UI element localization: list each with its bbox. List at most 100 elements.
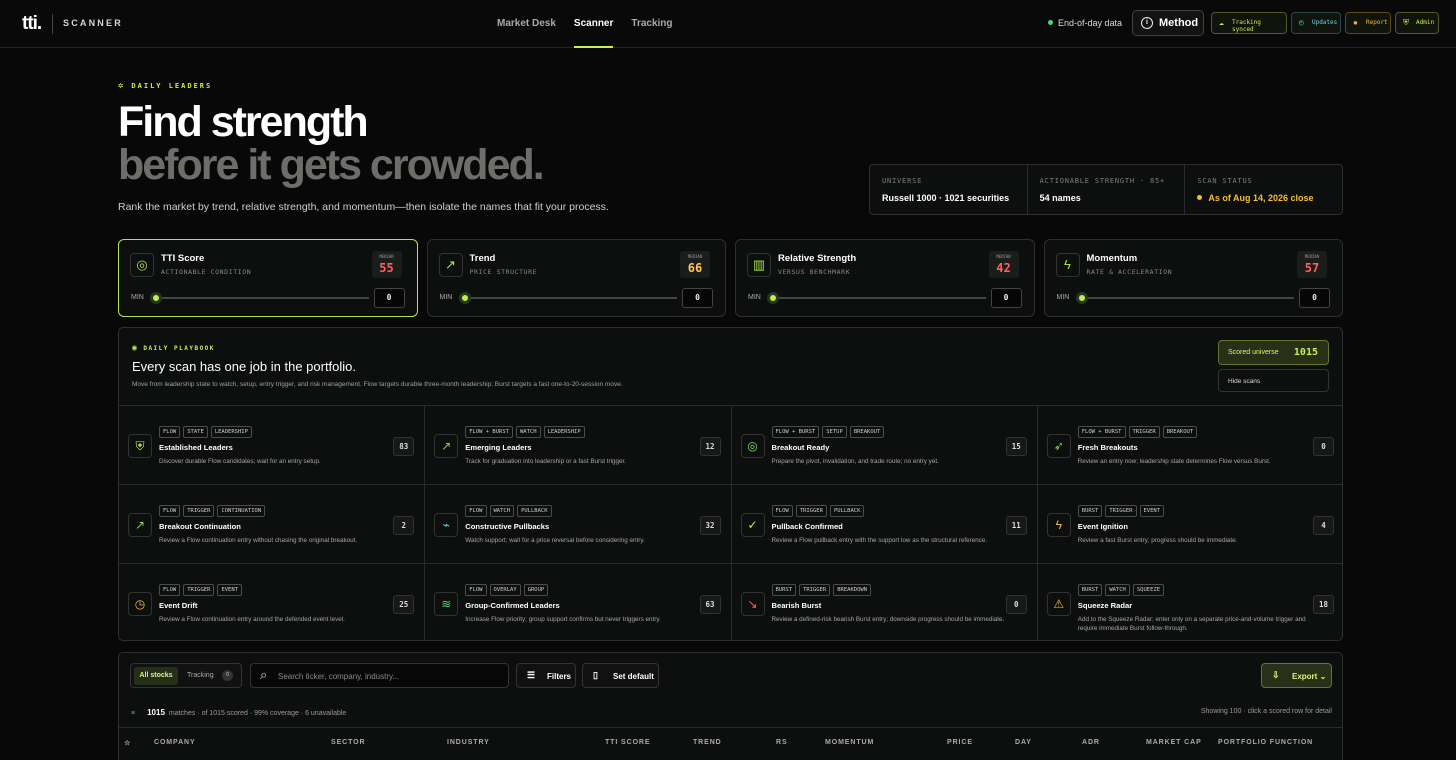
median-badge: MEDIAN 55 [371,251,402,278]
admin-pill[interactable]: ⛨ Admin [1395,12,1439,34]
min-input[interactable]: 0 [682,288,713,308]
export-button[interactable]: ⇩ Export ⌄ [1261,663,1332,688]
min-input[interactable]: 0 [990,288,1022,308]
scan-title: Constructive Pullbacks [465,522,550,531]
method-button[interactable]: i Method [1132,10,1204,36]
scan-tags: FLOW TRIGGER PULLBACK [771,505,865,517]
column-momentum[interactable]: MOMENTUM [825,739,874,746]
scan-tags: FLOW + BURST SETUP BREAKOUT [771,426,885,438]
column-sector[interactable]: SECTOR [331,739,365,746]
scan-tags: FLOW TRIGGER EVENT [159,584,242,596]
trend-down-icon: ↘ [740,592,765,616]
scan-grid: ⛨ FLOW STATE LEADERSHIP Established Leaders D… [119,405,1342,640]
trend-up-icon: ↗ [128,513,152,537]
scan-card[interactable]: ⌁ FLOW WATCH PULLBACK Constructive Pullbacks… [425,485,732,564]
scan-tags: FLOW OVERLAY GROUP [465,584,549,596]
hide-scans-button[interactable]: Hide scans [1218,369,1329,392]
metric-card-trend[interactable]: ↗ Trend PRICE STRUCTURE MEDIAN 66 MIN 0 [426,239,726,317]
search-input[interactable]: Search ticker, company, industry... [250,663,509,688]
scan-tag: FLOW [771,505,793,517]
min-slider-track[interactable] [773,297,986,299]
scan-card[interactable]: ϟ BURST TRIGGER EVENT Event Ignition Review a… [1037,485,1342,564]
tab-tracking[interactable]: Tracking [187,672,214,679]
column-rs[interactable]: RS [776,739,788,746]
scan-title: Breakout Continuation [159,522,241,531]
tab-all-stocks[interactable]: All stocks [134,667,178,685]
min-slider-handle[interactable] [150,292,162,304]
tracking-count: 0 [222,670,233,681]
filters-button[interactable]: ☰ Filters [516,663,576,688]
scan-stats: UNIVERSE Russell 1000 · 1021 securities A… [869,164,1343,215]
median-badge: MEDIAN 57 [1297,251,1327,278]
nav-tracking[interactable]: Tracking [631,0,672,48]
tracking-synced-pill[interactable]: ☁ Tracking synced [1211,12,1287,34]
scan-tag: SQUEEZE [1132,584,1165,596]
column-market-cap[interactable]: MARKET CAP [1146,739,1202,746]
min-slider-track[interactable] [464,297,677,299]
scan-card[interactable]: ➶ FLOW + BURST TRIGGER BREAKOUT Fresh Breako… [1037,406,1342,485]
min-input[interactable]: 0 [1299,288,1330,308]
nav-scanner[interactable]: Scanner [573,0,614,48]
scan-card[interactable]: ↗ FLOW TRIGGER CONTINUATION Breakout Continu… [119,485,426,564]
scan-tag: FLOW + BURST [771,426,820,438]
column-adr[interactable]: ADR [1082,739,1100,746]
scan-card[interactable]: ◎ FLOW + BURST SETUP BREAKOUT Breakout Ready… [731,406,1038,485]
scan-tag: BURST [1077,505,1103,517]
scan-tag: FLOW [465,505,487,517]
set-default-button[interactable]: ▯ Set default [582,663,659,688]
download-icon: ⇩ [1272,670,1280,680]
min-slider-handle[interactable] [458,292,471,304]
scan-tag: BREAKDOWN [833,584,872,596]
column-company[interactable]: COMPANY [154,739,196,746]
scan-card[interactable]: ↘ BURST TRIGGER BREAKDOWN Bearish Burst Revie… [732,564,1038,640]
metric-card-relative-strength[interactable]: ▥ Relative Strength VERSUS BENCHMARK MEDIAN… [735,239,1035,317]
metric-card-tti[interactable]: ◎ TTI Score ACTIONABLE CONDITION MEDIAN 55 MI… [118,239,418,317]
column-industry[interactable]: INDUSTRY [447,739,490,746]
scan-tags: FLOW + BURST WATCH LEADERSHIP [465,426,585,438]
scan-title: Squeeze Radar [1077,601,1133,610]
scan-tag: TRIGGER [795,505,827,517]
scan-title: Breakout Ready [771,443,830,452]
scan-tag: PULLBACK [517,505,552,517]
logo[interactable]: tti. [22,13,42,35]
scan-tags: BURST TRIGGER BREAKDOWN [771,584,872,596]
cloud-icon: ☁ [1219,18,1224,27]
scan-description: Review an entry now; leadership state de… [1077,458,1271,465]
report-pill[interactable]: ✹ Report [1345,12,1391,34]
scan-tag: FLOW [159,426,181,438]
scan-description: Add to the Squeeze Radar; enter only on … [1077,616,1306,632]
min-slider-handle[interactable] [767,292,779,304]
nav-market-desk[interactable]: Market Desk [497,0,556,48]
column-price[interactable]: PRICE [947,739,973,746]
min-input[interactable]: 0 [373,288,405,308]
bolt-icon: ϟ [1055,253,1080,277]
min-slider-handle[interactable] [1075,292,1088,304]
column-trend[interactable]: TREND [693,739,722,746]
star-icon[interactable]: ☆ [124,739,131,747]
scan-title: Event Drift [159,601,198,610]
scan-card[interactable]: ≋ FLOW OVERLAY GROUP Group-Confirmed Leaders… [425,564,732,640]
min-slider-track[interactable] [156,297,369,299]
scan-card[interactable]: ✓ FLOW TRIGGER PULLBACK Pullback Confirmed Re… [731,485,1038,564]
scan-card[interactable]: ◷ FLOW TRIGGER EVENT Event Drift Review a Flo… [119,564,426,640]
updates-pill[interactable]: ◴ Updates [1291,12,1341,34]
scan-count: 0 [1313,437,1334,456]
metric-card-momentum[interactable]: ϟ Momentum RATE & ACCELERATION MEDIAN 57 MIN 0 [1043,239,1343,317]
scan-tags: FLOW TRIGGER CONTINUATION [159,505,266,517]
scan-tag: TRIGGER [799,584,831,596]
scan-card[interactable]: ↗ FLOW + BURST WATCH LEADERSHIP Emerging Lea… [425,406,732,485]
scan-description: Watch support; wait for a price reversal… [465,537,645,544]
scan-tag: EVENT [1139,505,1165,517]
check-circle-icon: ✓ [740,513,765,537]
scan-title: Pullback Confirmed [771,522,843,531]
bookmark-icon: ▯ [593,670,598,680]
scan-title: Fresh Breakouts [1077,443,1138,452]
column-day[interactable]: DAY [1015,739,1032,746]
column-portfolio-function[interactable]: PORTFOLIO FUNCTION [1218,739,1313,746]
scan-card[interactable]: ⚠ BURST WATCH SQUEEZE Squeeze Radar Add to th… [1038,564,1342,640]
min-slider-track[interactable] [1081,297,1294,299]
column-tti-score[interactable]: TTI SCORE [605,739,650,746]
scan-card[interactable]: ⛨ FLOW STATE LEADERSHIP Established Leaders D… [119,406,426,485]
trend-icon: ↗ [438,253,463,277]
scan-tags: FLOW WATCH PULLBACK [465,505,552,517]
